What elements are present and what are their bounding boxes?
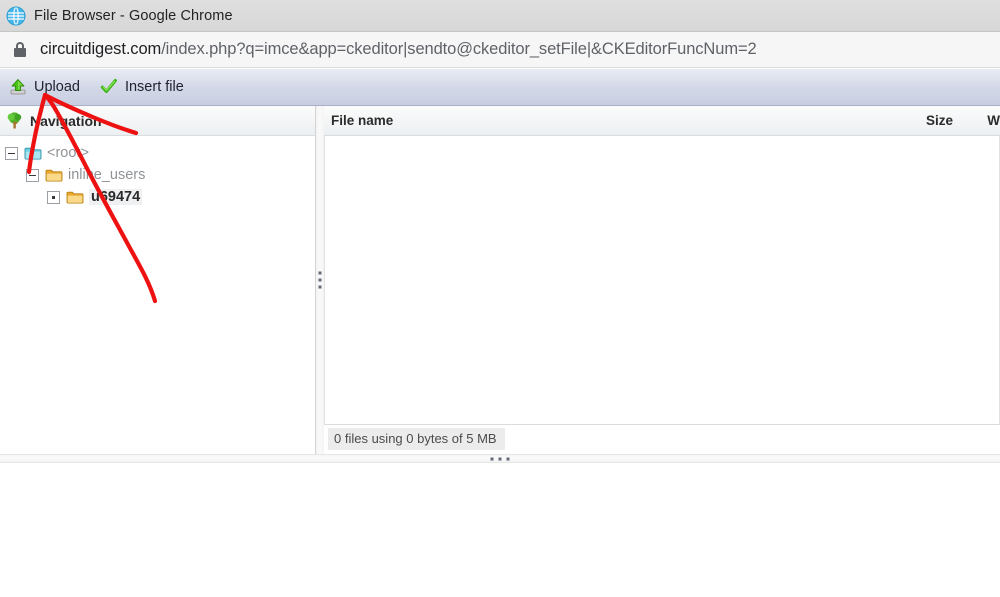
upload-button-label: Upload: [34, 79, 80, 95]
column-header-size[interactable]: Size: [926, 113, 953, 128]
tree-item-root[interactable]: <root>: [0, 142, 315, 164]
upload-arrow-icon: [9, 78, 27, 96]
navigation-title: Navigation: [30, 112, 102, 129]
navigation-header: Navigation: [0, 106, 315, 136]
url-host: circuitdigest.com: [40, 40, 162, 58]
insert-file-button-label: Insert file: [124, 79, 184, 95]
tree-icon: [5, 111, 24, 130]
navigation-pane: Navigation <root> inline_users u69474: [0, 106, 316, 454]
file-list-pane: File name Size W 0 files using 0 bytes o…: [324, 106, 1000, 454]
imce-toolbar: Upload Insert file: [0, 69, 1000, 106]
preview-pane: [0, 463, 1000, 597]
lock-icon[interactable]: [14, 42, 26, 57]
window-title: File Browser - Google Chrome: [34, 7, 233, 24]
folder-icon: [66, 190, 84, 205]
expander-minus-icon[interactable]: [5, 146, 18, 160]
imce-main-body: Navigation <root> inline_users u69474 Fi…: [0, 106, 1000, 454]
url-text[interactable]: circuitdigest.com/index.php?q=imce&app=c…: [40, 40, 757, 59]
browser-window: File Browser - Google Chrome circuitdige…: [0, 0, 1000, 597]
tree-item-label: inline_users: [68, 167, 146, 183]
tree-item-inline-users[interactable]: inline_users: [0, 164, 315, 186]
status-text: 0 files using 0 bytes of 5 MB: [328, 428, 505, 450]
insert-file-button[interactable]: Insert file: [97, 76, 187, 98]
tree-item-u69474[interactable]: u69474: [0, 186, 315, 208]
tree-item-label: u69474: [89, 189, 143, 205]
address-bar[interactable]: circuitdigest.com/index.php?q=imce&app=c…: [0, 32, 1000, 68]
folder-tree: <root> inline_users u69474: [0, 136, 315, 208]
folder-icon: [45, 168, 63, 183]
column-header-width[interactable]: W: [987, 113, 1000, 128]
tree-item-label: <root>: [47, 145, 89, 161]
folder-root-icon: [24, 146, 42, 161]
expander-leaf-icon[interactable]: [47, 190, 60, 204]
resize-dots-icon: [490, 457, 510, 460]
green-check-icon: [100, 78, 118, 96]
vertical-resize-handle[interactable]: [316, 106, 324, 454]
expander-minus-icon[interactable]: [26, 168, 39, 182]
resize-dots-icon: [318, 271, 322, 289]
file-list-body[interactable]: [324, 136, 1000, 424]
chrome-globe-icon: [6, 6, 26, 26]
file-list-header: File name Size W: [324, 106, 1000, 136]
file-list-statusbar: 0 files using 0 bytes of 5 MB: [324, 424, 1000, 453]
window-titlebar: File Browser - Google Chrome: [0, 0, 1000, 32]
url-path: /index.php?q=imce&app=ckeditor|sendto@ck…: [161, 40, 757, 58]
horizontal-resize-handle[interactable]: [0, 454, 1000, 463]
column-header-file-name[interactable]: File name: [331, 113, 393, 128]
upload-button[interactable]: Upload: [6, 76, 83, 98]
